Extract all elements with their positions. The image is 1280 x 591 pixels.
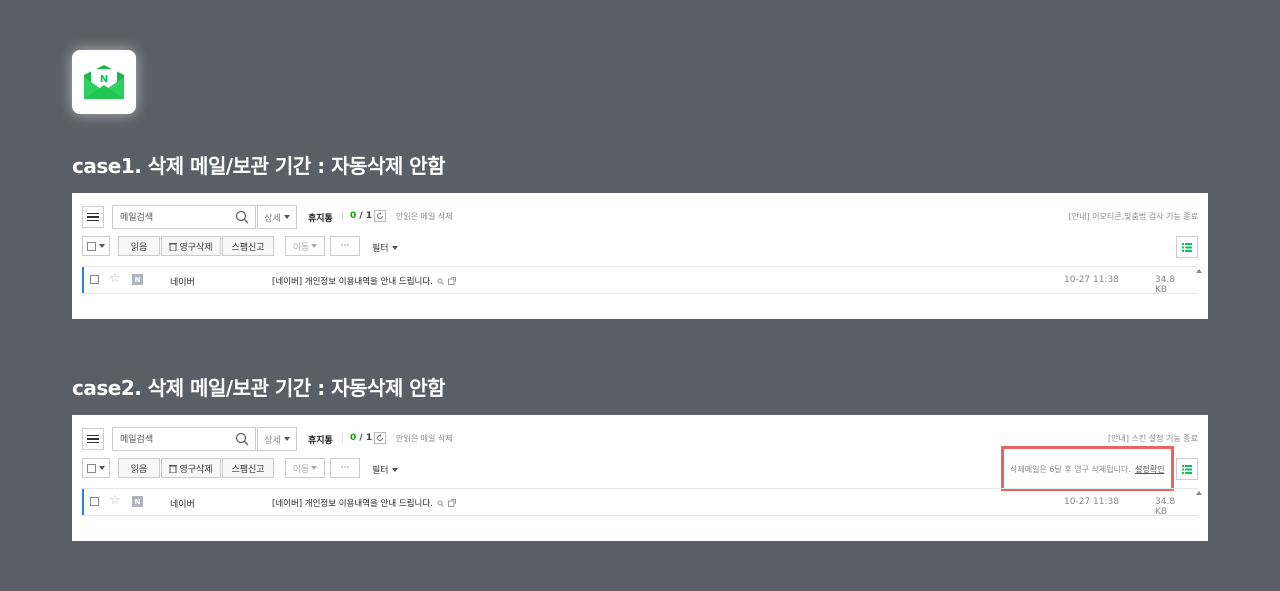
select-all-dropdown[interactable]	[82, 236, 110, 256]
chevron-down-icon	[311, 466, 318, 470]
preview-icon[interactable]	[437, 278, 444, 285]
mail-sender[interactable]: 네이버	[170, 497, 195, 510]
permanent-delete-label: 영구삭제	[179, 242, 213, 253]
trash-icon	[169, 242, 178, 251]
mail-count: 0 / 1	[350, 211, 373, 221]
case1-title: case1. 삭제 메일/보관 기간 : 자동삭제 안함	[72, 154, 446, 178]
new-window-icon[interactable]	[447, 499, 456, 507]
mail-date: 10-27 11:38	[1064, 497, 1119, 507]
detail-search-button[interactable]: 상세	[257, 427, 297, 451]
spam-report-button[interactable]: 스팸신고	[222, 458, 274, 478]
list-view-button[interactable]	[1176, 458, 1198, 480]
permanent-delete-button[interactable]: 영구삭제	[161, 236, 221, 256]
mail-panel-case1: 상세 휴지통 0 / 1 안읽은 메일 삭제 [안내] 이모티콘,맞춤법 검사 …	[72, 193, 1208, 319]
trash-icon	[169, 464, 178, 473]
more-button[interactable]: ···	[330, 236, 360, 256]
checkbox[interactable]	[87, 241, 96, 251]
mail-subject: [네이버] 개인정보 이용내역을 안내 드립니다.	[272, 277, 433, 287]
permanent-delete-label: 영구삭제	[179, 464, 213, 475]
highlight-box	[1001, 446, 1174, 491]
filter-label: 필터	[372, 466, 389, 476]
chevron-down-icon	[283, 215, 290, 219]
refresh-icon	[377, 212, 383, 219]
unread-delete-link[interactable]: 안읽은 메일 삭제	[396, 211, 453, 222]
mail-sender[interactable]: 네이버	[170, 275, 195, 288]
move-button[interactable]: 이동	[285, 236, 325, 256]
chevron-down-icon	[391, 245, 398, 250]
list-view-icon	[1182, 242, 1192, 252]
detail-search-button[interactable]: 상세	[257, 205, 297, 229]
refresh-button[interactable]	[374, 432, 386, 444]
checkbox[interactable]	[87, 463, 96, 473]
read-button[interactable]: 읽음	[118, 458, 160, 478]
chevron-down-icon	[99, 244, 105, 248]
mail-size: 34.8 KB	[1155, 497, 1176, 517]
search-input[interactable]	[120, 210, 230, 225]
refresh-icon	[377, 434, 383, 441]
chevron-down-icon	[311, 244, 318, 248]
case2-title: case2. 삭제 메일/보관 기간 : 자동삭제 안함	[72, 376, 446, 400]
select-all-dropdown[interactable]	[82, 458, 110, 478]
new-window-icon[interactable]	[447, 277, 456, 285]
naver-badge-icon: N	[132, 274, 143, 285]
notice-link[interactable]: [안내] 스킨 설정 기능 종료	[1108, 433, 1198, 444]
list-view-icon	[1182, 464, 1192, 474]
move-label: 이동	[292, 464, 310, 475]
filter-dropdown[interactable]: 필터	[372, 241, 398, 254]
move-button[interactable]: 이동	[285, 458, 325, 478]
mail-subject-link[interactable]: [네이버] 개인정보 이용내역을 안내 드립니다.	[272, 275, 456, 287]
detail-label: 상세	[264, 213, 281, 224]
notice-link[interactable]: [안내] 이모티콘,맞춤법 검사 기능 종료	[1069, 211, 1198, 222]
chevron-down-icon	[283, 437, 290, 441]
menu-button[interactable]	[82, 428, 104, 450]
chevron-down-icon	[391, 467, 398, 472]
search-icon[interactable]	[235, 432, 249, 446]
mail-subject-link[interactable]: [네이버] 개인정보 이용내역을 안내 드립니다.	[272, 497, 456, 509]
search-box	[112, 427, 256, 451]
move-label: 이동	[292, 242, 310, 253]
svg-text:N: N	[100, 74, 108, 85]
mail-row[interactable]: ☆ N 네이버 [네이버] 개인정보 이용내역을 안내 드립니다. 10-27 …	[82, 267, 1188, 295]
filter-label: 필터	[372, 244, 389, 254]
mail-count: 0 / 1	[350, 433, 373, 443]
divider	[342, 211, 343, 221]
star-icon[interactable]: ☆	[109, 271, 121, 286]
envelope-icon: N	[84, 65, 124, 99]
mail-date: 10-27 11:38	[1064, 275, 1119, 285]
mail-subject: [네이버] 개인정보 이용내역을 안내 드립니다.	[272, 499, 433, 509]
detail-label: 상세	[264, 435, 281, 446]
star-icon[interactable]: ☆	[109, 493, 121, 508]
spam-report-button[interactable]: 스팸신고	[222, 236, 274, 256]
folder-name: 휴지통	[308, 214, 333, 224]
mail-size: 34.8 KB	[1155, 275, 1176, 295]
search-icon[interactable]	[235, 210, 249, 224]
mail-checkbox[interactable]	[90, 497, 99, 506]
list-view-button[interactable]	[1176, 236, 1198, 258]
divider	[342, 433, 343, 443]
menu-button[interactable]	[82, 206, 104, 228]
naver-mail-app-icon: N	[72, 50, 136, 114]
folder-name: 휴지통	[308, 436, 333, 446]
search-input[interactable]	[120, 432, 230, 447]
mail-panel-case2: 상세 휴지통 0 / 1 안읽은 메일 삭제 [안내] 스킨 설정 기능 종료 …	[72, 415, 1208, 541]
filter-dropdown[interactable]: 필터	[372, 463, 398, 476]
preview-icon[interactable]	[437, 500, 444, 507]
chevron-down-icon	[99, 466, 105, 470]
more-button[interactable]: ···	[330, 458, 360, 478]
read-button[interactable]: 읽음	[118, 236, 160, 256]
refresh-button[interactable]	[374, 210, 386, 222]
divider	[82, 515, 1198, 516]
unread-delete-link[interactable]: 안읽은 메일 삭제	[396, 433, 453, 444]
scroll-up-arrow-icon[interactable]	[1196, 269, 1202, 273]
scroll-up-arrow-icon[interactable]	[1196, 491, 1202, 495]
naver-badge-icon: N	[132, 496, 143, 507]
divider	[82, 293, 1198, 294]
search-box	[112, 205, 256, 229]
mail-checkbox[interactable]	[90, 275, 99, 284]
mail-row[interactable]: ☆ N 네이버 [네이버] 개인정보 이용내역을 안내 드립니다. 10-27 …	[82, 489, 1188, 517]
permanent-delete-button[interactable]: 영구삭제	[161, 458, 221, 478]
